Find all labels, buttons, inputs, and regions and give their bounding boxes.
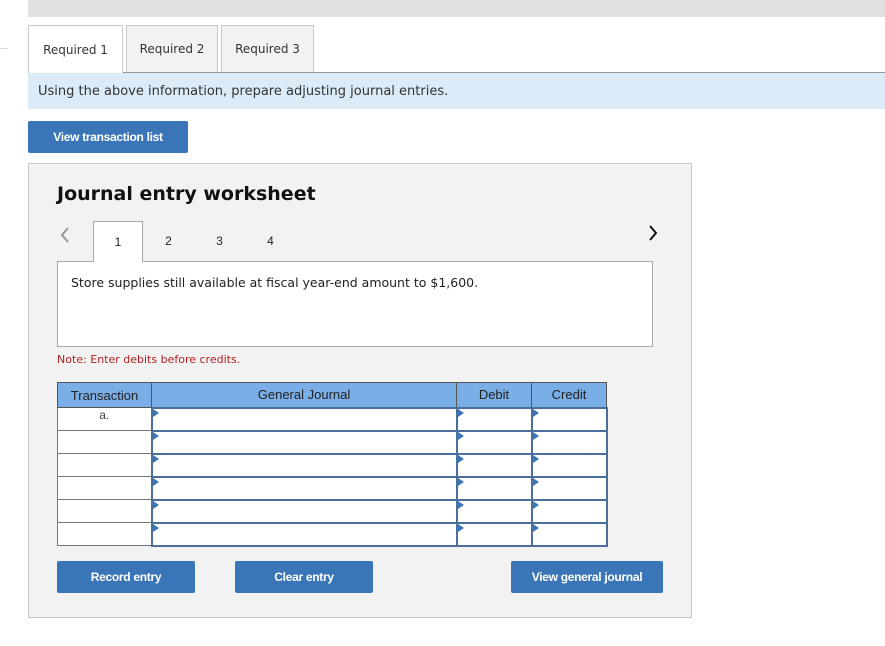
account-field-cell — [150, 498, 458, 524]
dropdown-indicator-icon — [532, 431, 539, 440]
instruction-text: Using the above information, prepare adj… — [38, 83, 449, 99]
dropdown-indicator-icon — [532, 454, 539, 463]
dropdown-indicator-icon — [152, 408, 159, 417]
debit-field[interactable] — [458, 409, 531, 430]
debit-field-cell — [455, 429, 533, 455]
credit-field[interactable] — [533, 524, 606, 545]
dropdown-indicator-icon — [152, 454, 159, 463]
instruction-banner: Using the above information, prepare adj… — [28, 73, 885, 109]
table-row: a. — [57, 406, 608, 432]
dropdown-indicator-icon — [457, 523, 464, 532]
tab-required-1[interactable]: Required 1 — [28, 25, 123, 73]
transaction-cell — [57, 522, 152, 546]
dropdown-indicator-icon — [457, 408, 464, 417]
debit-field-cell — [455, 406, 533, 432]
tab-required-3[interactable]: Required 3 — [221, 25, 314, 72]
tab-required-2[interactable]: Required 2 — [126, 25, 218, 72]
journal-table: Transaction General Journal Debit Credit… — [57, 382, 608, 547]
dropdown-indicator-icon — [532, 500, 539, 509]
debit-field[interactable] — [458, 524, 531, 545]
credit-field-cell — [530, 406, 608, 432]
dropdown-indicator-icon — [532, 408, 539, 417]
debit-field[interactable] — [458, 432, 531, 453]
credit-field[interactable] — [533, 455, 606, 476]
transaction-cell — [57, 499, 152, 523]
header-transaction: Transaction — [57, 382, 152, 408]
table-row — [57, 429, 608, 455]
required-tabs: Required 1 Required 2 Required 3 — [28, 25, 317, 73]
step-tab-4[interactable]: 4 — [245, 221, 296, 261]
table-header-row: Transaction General Journal Debit Credit — [57, 382, 607, 408]
note-text: Note: Enter debits before credits. — [57, 353, 241, 366]
credit-field-cell — [530, 498, 608, 524]
account-field[interactable] — [153, 432, 456, 453]
view-transaction-list-button[interactable]: View transaction list — [28, 121, 188, 153]
debit-field[interactable] — [458, 501, 531, 522]
dropdown-indicator-icon — [457, 454, 464, 463]
transaction-cell — [57, 453, 152, 477]
account-field[interactable] — [153, 478, 456, 499]
dropdown-indicator-icon — [152, 477, 159, 486]
dropdown-indicator-icon — [152, 523, 159, 532]
divider — [0, 48, 8, 49]
dropdown-indicator-icon — [532, 477, 539, 486]
credit-field[interactable] — [533, 478, 606, 499]
debit-field-cell — [455, 452, 533, 478]
account-field-cell — [150, 406, 458, 432]
debit-field-cell — [455, 521, 533, 547]
header-debit: Debit — [456, 382, 532, 408]
dropdown-indicator-icon — [457, 477, 464, 486]
account-field[interactable] — [153, 409, 456, 430]
chevron-left-icon[interactable] — [59, 226, 71, 244]
journal-entry-worksheet: Journal entry worksheet 1 2 3 4 Store su… — [28, 163, 692, 618]
credit-field-cell — [530, 475, 608, 501]
debit-field[interactable] — [458, 478, 531, 499]
transaction-cell — [57, 476, 152, 500]
credit-field-cell — [530, 521, 608, 547]
view-general-journal-button[interactable]: View general journal — [511, 561, 663, 593]
credit-field[interactable] — [533, 409, 606, 430]
debit-field-cell — [455, 475, 533, 501]
account-field[interactable] — [153, 501, 456, 522]
account-field-cell — [150, 475, 458, 501]
dropdown-indicator-icon — [457, 500, 464, 509]
step-tab-3[interactable]: 3 — [194, 221, 245, 261]
transaction-description: Store supplies still available at fiscal… — [57, 261, 653, 347]
credit-field[interactable] — [533, 432, 606, 453]
table-row — [57, 521, 608, 547]
account-field-cell — [150, 521, 458, 547]
worksheet-title: Journal entry worksheet — [57, 183, 316, 205]
account-field-cell — [150, 452, 458, 478]
description-text: Store supplies still available at fiscal… — [71, 275, 479, 290]
account-field[interactable] — [153, 455, 456, 476]
credit-field[interactable] — [533, 501, 606, 522]
table-row — [57, 498, 608, 524]
debit-field[interactable] — [458, 455, 531, 476]
top-bar — [28, 0, 885, 17]
header-credit: Credit — [531, 382, 607, 408]
step-tab-2[interactable]: 2 — [143, 221, 194, 261]
table-row — [57, 452, 608, 478]
dropdown-indicator-icon — [532, 523, 539, 532]
dropdown-indicator-icon — [152, 500, 159, 509]
credit-field-cell — [530, 429, 608, 455]
step-tabs: 1 2 3 4 — [93, 221, 296, 262]
account-field[interactable] — [153, 524, 456, 545]
clear-entry-button[interactable]: Clear entry — [235, 561, 373, 593]
dropdown-indicator-icon — [457, 431, 464, 440]
table-row — [57, 475, 608, 501]
dropdown-indicator-icon — [152, 431, 159, 440]
chevron-right-icon[interactable] — [647, 224, 659, 242]
credit-field-cell — [530, 452, 608, 478]
debit-field-cell — [455, 498, 533, 524]
step-tab-1[interactable]: 1 — [93, 221, 143, 262]
transaction-cell — [57, 430, 152, 454]
record-entry-button[interactable]: Record entry — [57, 561, 195, 593]
account-field-cell — [150, 429, 458, 455]
header-general-journal: General Journal — [151, 382, 457, 408]
transaction-cell: a. — [57, 407, 152, 431]
